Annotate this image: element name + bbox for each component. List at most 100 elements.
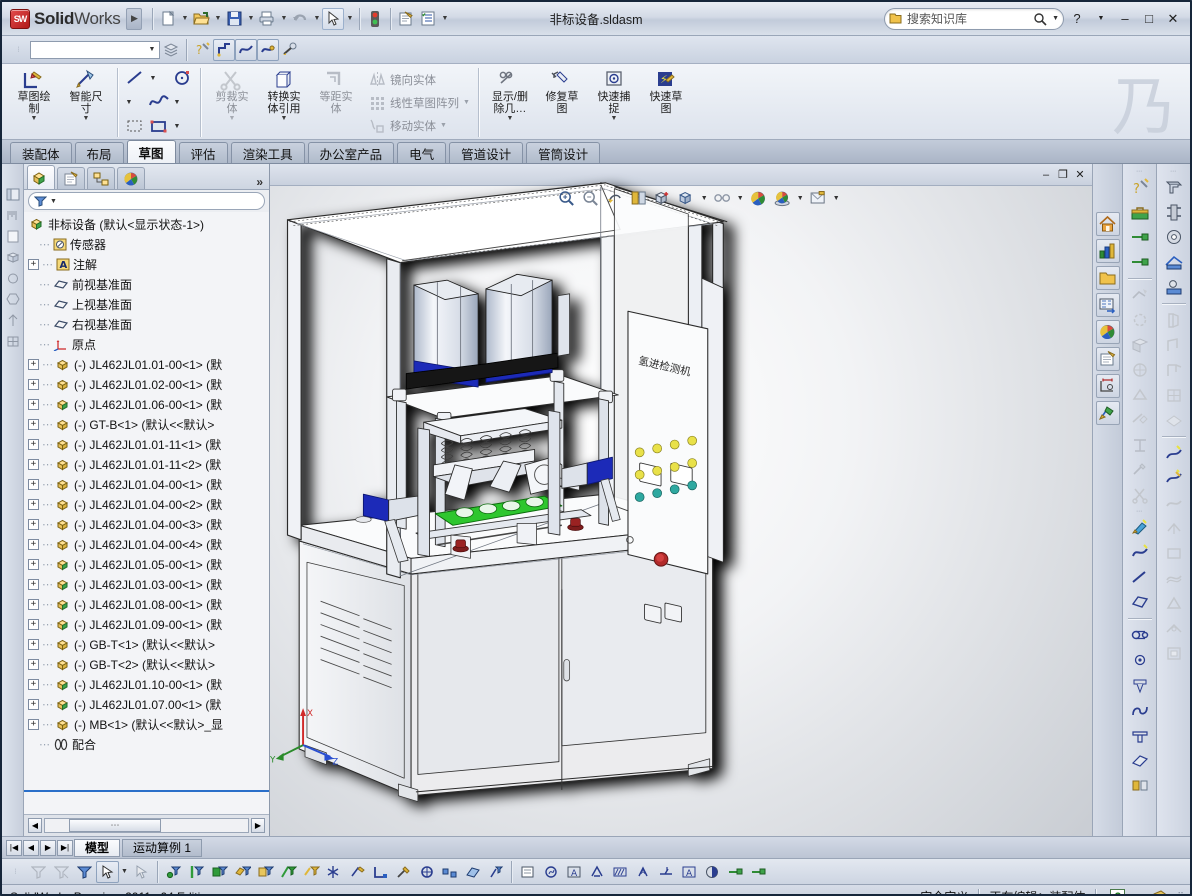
filter-vertex-icon[interactable]: [484, 861, 507, 883]
scroll-track[interactable]: ⋯: [44, 818, 249, 833]
sheet-icon[interactable]: [4, 228, 22, 245]
flatten-icon[interactable]: [1160, 408, 1188, 432]
expand-icon[interactable]: +: [28, 438, 39, 450]
toolbox-icon[interactable]: [1126, 200, 1154, 224]
tree-item-component[interactable]: + ⋯ (-) JL462JL01.02-00<1> (默: [28, 374, 269, 394]
core-icon[interactable]: [1160, 541, 1188, 565]
annotation-text-icon[interactable]: A: [562, 861, 585, 883]
tree-item-component[interactable]: + ⋯ (-) JL462JL01.01-00<1> (默: [28, 354, 269, 374]
menu-expand-arrow-icon[interactable]: ▶: [126, 7, 143, 30]
expand-icon[interactable]: +: [28, 658, 39, 670]
scroll-thumb[interactable]: ⋯: [69, 819, 161, 832]
stack-icon[interactable]: [160, 39, 182, 61]
display-style-caret-icon[interactable]: ▼: [699, 195, 709, 202]
linear-pattern-caret-icon[interactable]: ▼: [463, 99, 470, 106]
sheet-metal-icon[interactable]: [1126, 748, 1154, 772]
search-dropdown-icon[interactable]: ▼: [1052, 15, 1059, 22]
circle-dropdown-icon[interactable]: ▼: [123, 99, 135, 106]
filter-points-icon[interactable]: [323, 861, 346, 883]
undo-button[interactable]: [289, 8, 311, 30]
grid-icon-rail[interactable]: [4, 333, 22, 350]
assembly-feature-icon[interactable]: [1126, 333, 1154, 357]
nav-prev-icon[interactable]: ◀: [23, 839, 39, 856]
cavity-icon[interactable]: [1160, 641, 1188, 665]
expand-icon[interactable]: +: [28, 258, 39, 270]
tree-item-component[interactable]: + ⋯ (-) JL462JL01.08-00<1> (默: [28, 594, 269, 614]
expand-icon[interactable]: +: [28, 518, 39, 530]
spline-icon[interactable]: [147, 91, 171, 113]
print-button[interactable]: [256, 8, 278, 30]
filter-sketch-icon[interactable]: [346, 861, 369, 883]
cube-icon-rail[interactable]: [4, 249, 22, 266]
expand-icon[interactable]: +: [28, 538, 39, 550]
custom-properties-icon[interactable]: [1095, 347, 1120, 371]
expand-icon[interactable]: +: [28, 478, 39, 490]
filter-toggle-icon[interactable]: [73, 861, 96, 883]
ruler-icon[interactable]: [4, 207, 22, 224]
rebuild-traffic-icon[interactable]: [364, 8, 386, 30]
sketch-paint-icon[interactable]: [1126, 515, 1154, 539]
select-dropdown-icon[interactable]: ▼: [344, 8, 355, 30]
hide-show-caret-icon[interactable]: ▼: [735, 195, 745, 202]
circular-component-pattern-icon[interactable]: [1126, 250, 1154, 274]
mold-shut-off-icon[interactable]: [1160, 466, 1188, 490]
annotation-datum-icon[interactable]: [585, 861, 608, 883]
tree-root-item[interactable]: 非标设备 (默认<显示状态-1>): [30, 214, 269, 234]
apply-scene-icon[interactable]: [771, 188, 793, 208]
expand-icon[interactable]: +: [28, 358, 39, 370]
tab-routing-pipe[interactable]: 管道设计: [449, 142, 524, 163]
hide-component-icon[interactable]: [723, 861, 746, 883]
document-properties-button[interactable]: [417, 8, 439, 30]
nav-first-icon[interactable]: |◀: [6, 839, 22, 856]
draft-analysis-icon[interactable]: [1160, 591, 1188, 615]
sketch-draw-button[interactable]: 草图绘 制 ▼: [8, 66, 60, 123]
status-help-icon[interactable]: ?: [1110, 889, 1126, 894]
filter-faces-icon[interactable]: [208, 861, 231, 883]
annotation-surface-finish-icon[interactable]: A: [631, 861, 654, 883]
gear-tool-icon[interactable]: [1126, 648, 1154, 672]
sketch-tool-4-button[interactable]: [279, 39, 301, 61]
feature-filter-input[interactable]: ▼: [28, 192, 265, 210]
model-3d-view[interactable]: 氢进检测机 X Y Z: [270, 164, 1092, 836]
reference-geometry-icon[interactable]: [1126, 590, 1154, 614]
filter-circular-icon[interactable]: [415, 861, 438, 883]
sketch-tool-3-button[interactable]: [257, 38, 279, 61]
view-settings-caret-icon[interactable]: ▼: [831, 195, 841, 202]
tree-tabs-more-icon[interactable]: »: [256, 175, 269, 189]
sketch-line-tool-icon[interactable]: [1126, 565, 1154, 589]
hide-show-items-icon[interactable]: [711, 188, 733, 208]
annotation-block-icon[interactable]: A: [677, 861, 700, 883]
spline-dropdown-icon[interactable]: ▼: [171, 99, 183, 106]
line-icon[interactable]: [123, 67, 147, 89]
tab-layout[interactable]: 布局: [74, 142, 124, 163]
mold-tools-icon[interactable]: [1126, 773, 1154, 797]
weldment-icon[interactable]: [1126, 723, 1154, 747]
save-button[interactable]: [223, 8, 245, 30]
tab-office-products[interactable]: 办公室产品: [307, 142, 395, 163]
appearances-scenes-icon[interactable]: [1095, 320, 1120, 344]
mass-properties-icon[interactable]: [1126, 433, 1154, 457]
display-style-icon[interactable]: [675, 188, 697, 208]
move-component-icon[interactable]: [1126, 283, 1154, 307]
nav-next-icon[interactable]: ▶: [40, 839, 56, 856]
configuration-manager-tab[interactable]: [87, 167, 115, 189]
zoom-fit-icon[interactable]: [555, 188, 577, 208]
dimxpert-icon[interactable]: [1095, 374, 1120, 398]
solidworks-resources-home-icon[interactable]: [1095, 212, 1120, 236]
expand-icon[interactable]: +: [28, 458, 39, 470]
tab-render-tools[interactable]: 渲染工具: [230, 142, 305, 163]
new-document-button[interactable]: [157, 8, 179, 30]
select-box-icon[interactable]: [123, 115, 147, 137]
sketch-curve-icon[interactable]: [1126, 540, 1154, 564]
sketch-tool-2-button[interactable]: [235, 38, 257, 61]
expand-icon[interactable]: +: [28, 598, 39, 610]
arrows-icon-rail[interactable]: [4, 312, 22, 329]
annotation-balloon-icon[interactable]: [539, 861, 562, 883]
expand-icon[interactable]: +: [28, 498, 39, 510]
select-arrow-button[interactable]: [96, 860, 119, 883]
toolbar-grip[interactable]: ⋮: [8, 47, 30, 53]
filter-weld-icon[interactable]: [392, 861, 415, 883]
print-dropdown-icon[interactable]: ▼: [278, 8, 289, 30]
show-component-icon[interactable]: [746, 861, 769, 883]
surface-icon[interactable]: [1160, 566, 1188, 590]
